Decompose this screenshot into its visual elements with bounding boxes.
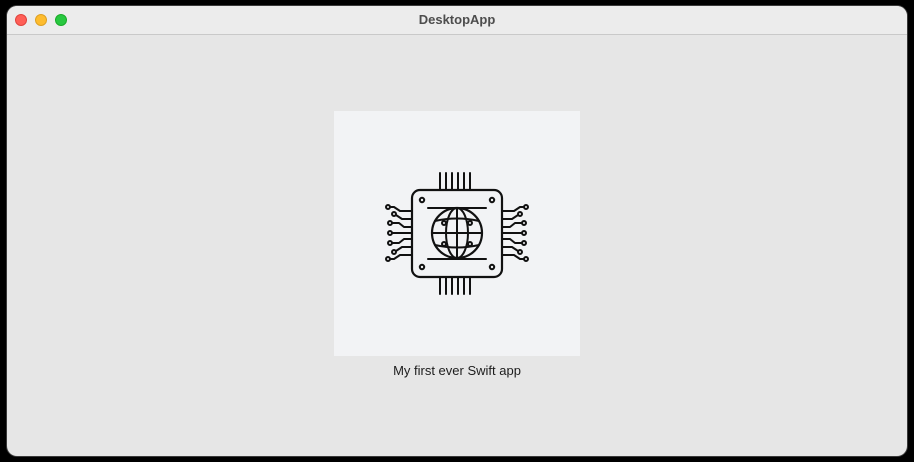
chip-globe-icon xyxy=(385,172,529,295)
main-content: My first ever Swift app xyxy=(7,35,907,456)
window-title: DesktopApp xyxy=(418,12,496,27)
app-image xyxy=(334,111,580,356)
caption-text: My first ever Swift app xyxy=(393,363,521,378)
app-window: DesktopApp My first ever Swift app xyxy=(7,6,907,456)
title-bar[interactable]: DesktopApp xyxy=(7,6,907,35)
